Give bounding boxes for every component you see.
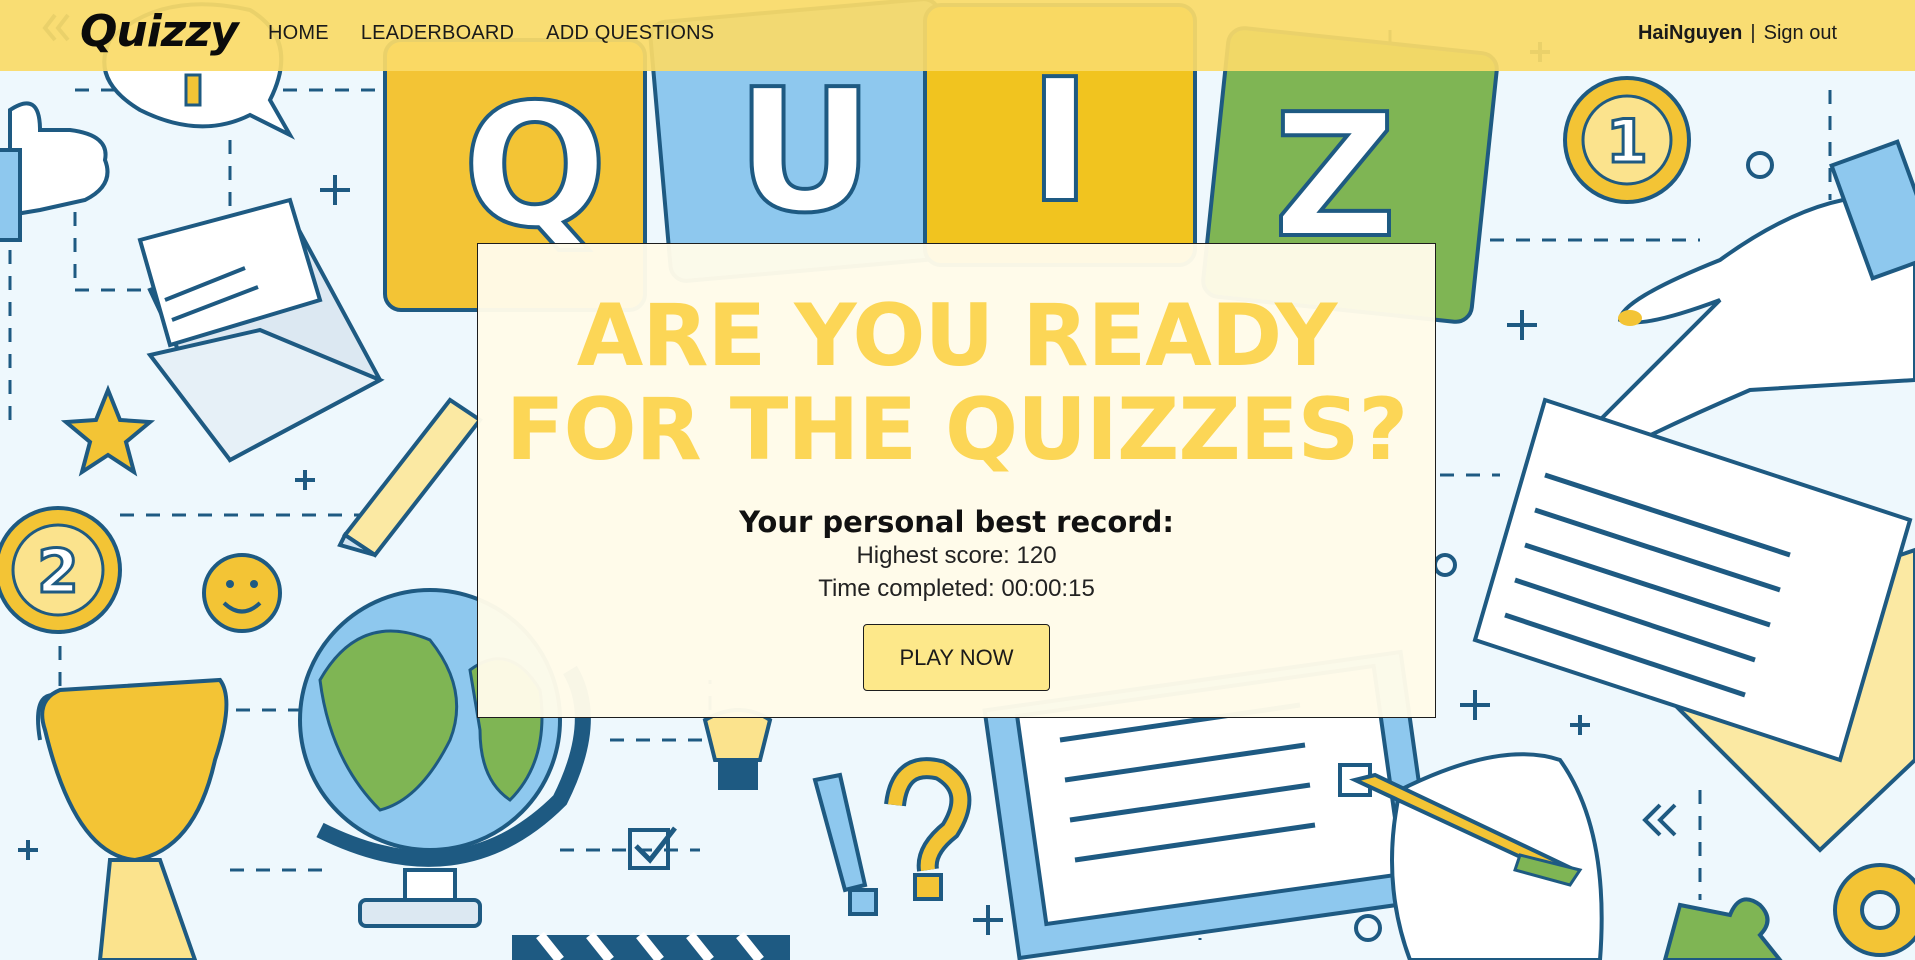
play-now-button[interactable]: PLAY NOW: [863, 624, 1050, 691]
headline-line-2: FOR THE QUIZZES?: [505, 380, 1409, 480]
nav-link-add-questions[interactable]: ADD QUESTIONS: [546, 22, 714, 45]
time-completed-line: Time completed: 00:00:15: [478, 572, 1435, 605]
svg-text:I: I: [1028, 43, 1091, 241]
nav-link-home[interactable]: HOME: [268, 22, 329, 45]
time-completed-label: Time completed:: [818, 575, 995, 602]
user-separator: |: [1750, 22, 1756, 44]
hero-headline: ARE YOU READY FOR THE QUIZZES?: [478, 244, 1435, 477]
sign-out-link[interactable]: Sign out: [1764, 22, 1837, 45]
svg-text:Q: Q: [463, 68, 608, 266]
user-menu: HaiNguyen | Sign out: [1638, 22, 1837, 45]
hero-card: ARE YOU READY FOR THE QUIZZES? Your pers…: [477, 243, 1436, 718]
headline-line-1: ARE YOU READY: [576, 286, 1338, 386]
medal-2-icon: 2: [0, 506, 122, 634]
svg-text:U: U: [736, 53, 874, 251]
personal-best-title: Your personal best record:: [739, 505, 1174, 539]
username-label: HaiNguyen: [1637, 22, 1743, 44]
nav-links: HOME LEADERBOARD ADD QUESTIONS: [268, 22, 714, 45]
medal-1-icon: 1: [1563, 76, 1691, 204]
smiley-icon: [202, 553, 282, 633]
highest-score-value: 120: [1016, 542, 1057, 569]
svg-text:1: 1: [1606, 107, 1648, 177]
nav-link-leaderboard[interactable]: LEADERBOARD: [361, 22, 514, 45]
brand-logo[interactable]: Quizzy: [80, 6, 239, 57]
top-navbar: Quizzy HOME LEADERBOARD ADD QUESTIONS Ha…: [0, 0, 1915, 71]
time-completed-value: 00:00:15: [1001, 575, 1095, 602]
svg-text:2: 2: [37, 537, 79, 607]
highest-score-line: Highest score: 120: [478, 539, 1435, 572]
highest-score-label: Highest score:: [856, 542, 1010, 569]
